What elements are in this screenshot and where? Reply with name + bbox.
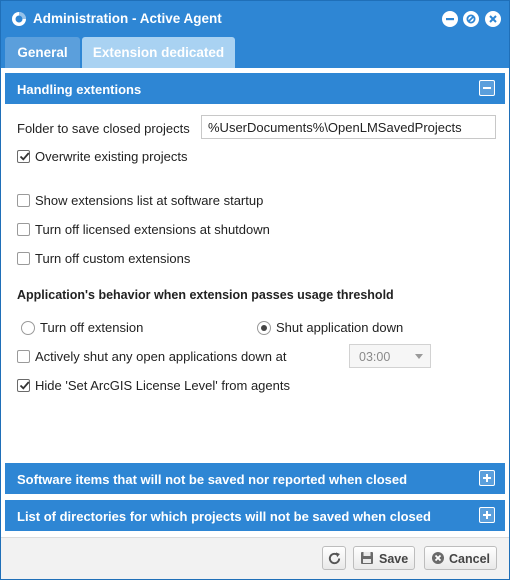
handling-extensions-title: Handling extentions <box>17 82 142 97</box>
directories-title: List of directories for which projects w… <box>17 509 431 524</box>
app-logo-icon <box>11 11 27 27</box>
directories-header[interactable]: List of directories for which projects w… <box>5 500 505 531</box>
show-list-label: Show extensions list at software startup <box>35 193 264 208</box>
expand-icon[interactable] <box>479 507 495 523</box>
expand-icon[interactable] <box>479 470 495 486</box>
turn-off-licensed-checkbox[interactable] <box>17 223 30 236</box>
hide-arcgis-label: Hide 'Set ArcGIS License Level' from age… <box>35 378 290 393</box>
chevron-down-icon <box>415 354 423 359</box>
folder-input[interactable] <box>201 115 496 139</box>
software-items-title: Software items that will not be saved no… <box>17 472 408 487</box>
radio-shut-down-label: Shut application down <box>276 320 404 335</box>
turn-off-licensed-label: Turn off licensed extensions at shutdown <box>35 222 270 237</box>
overwrite-label: Overwrite existing projects <box>35 149 188 164</box>
collapse-icon[interactable] <box>479 80 495 96</box>
overwrite-checkbox[interactable] <box>17 150 30 163</box>
tab-extension-dedicated[interactable]: Extension dedicated <box>82 37 235 68</box>
show-list-checkbox[interactable] <box>17 194 30 207</box>
behavior-title: Application's behavior when extension pa… <box>17 288 394 302</box>
admin-window: Administration - Active Agent General Ex… <box>0 0 510 580</box>
actively-shut-label: Actively shut any open applications down… <box>35 349 287 364</box>
radio-shut-application-down[interactable] <box>257 321 271 335</box>
refresh-button[interactable] <box>322 546 346 570</box>
title-bar[interactable]: Administration - Active Agent <box>1 1 509 37</box>
window-title: Administration - Active Agent <box>33 11 222 26</box>
turn-off-custom-label: Turn off custom extensions <box>35 251 191 266</box>
save-button[interactable]: Save <box>353 546 415 570</box>
refresh-icon <box>327 551 342 569</box>
save-label: Save <box>379 552 409 566</box>
minimize-icon[interactable] <box>442 11 458 27</box>
floppy-disk-icon <box>360 551 374 568</box>
turn-off-custom-checkbox[interactable] <box>17 252 30 265</box>
close-icon[interactable] <box>485 11 501 27</box>
cancel-button[interactable]: Cancel <box>424 546 497 570</box>
time-select[interactable]: 03:00 <box>349 344 431 368</box>
radio-turn-off-extension[interactable] <box>21 321 35 335</box>
handling-extensions-header[interactable]: Handling extentions <box>5 73 505 104</box>
cancel-label: Cancel <box>449 552 490 566</box>
hide-arcgis-checkbox[interactable] <box>17 379 30 392</box>
software-items-header[interactable]: Software items that will not be saved no… <box>5 463 505 494</box>
tab-bar: General Extension dedicated <box>1 37 509 68</box>
radio-turn-off-label: Turn off extension <box>40 320 144 335</box>
restore-icon[interactable] <box>463 11 479 27</box>
tab-general[interactable]: General <box>5 37 80 68</box>
folder-label: Folder to save closed projects <box>17 121 190 136</box>
actively-shut-checkbox[interactable] <box>17 350 30 363</box>
footer-bar: Save Cancel <box>1 537 509 579</box>
cancel-icon <box>431 551 445 568</box>
time-select-value: 03:00 <box>359 350 391 364</box>
